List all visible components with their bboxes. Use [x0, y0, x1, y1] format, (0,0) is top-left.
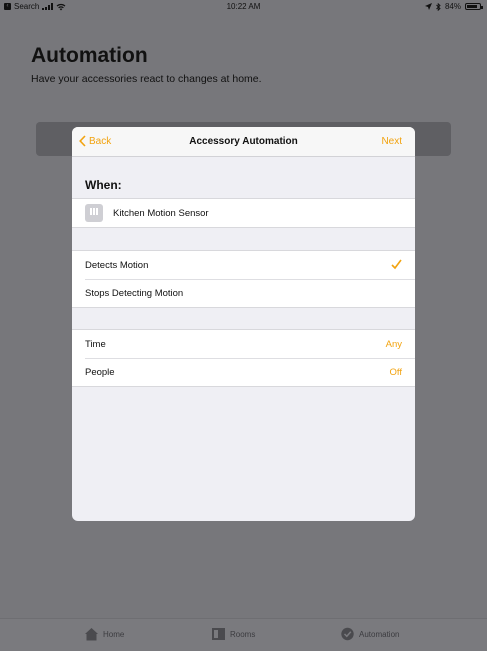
battery-icon: [465, 3, 483, 10]
tab-rooms-label: Rooms: [230, 629, 256, 639]
status-right: 84%: [424, 2, 483, 11]
condition-label: Time: [85, 339, 106, 350]
condition-value: Off: [389, 367, 403, 378]
page-subtitle: Have your accessories react to changes a…: [31, 73, 262, 85]
motion-sensor-icon: [85, 204, 103, 222]
trigger-group: Detects Motion Stops Detecting Motion: [72, 250, 415, 308]
condition-row-time[interactable]: Time Any: [72, 330, 415, 358]
accessory-automation-sheet: Back Accessory Automation Next When: Kit…: [72, 127, 415, 521]
when-section-header: When:: [85, 178, 122, 192]
condition-row-people[interactable]: People Off: [72, 358, 415, 386]
automation-icon: [341, 627, 354, 641]
accessory-name: Kitchen Motion Sensor: [113, 208, 209, 219]
battery-fill: [467, 5, 477, 8]
battery-percent: 84%: [444, 2, 461, 11]
status-time: 10:22 AM: [226, 2, 261, 11]
sheet-nav-bar: Back Accessory Automation Next: [72, 127, 415, 157]
house-icon: [85, 628, 98, 641]
condition-label: People: [85, 367, 115, 378]
page-title: Automation: [31, 44, 148, 67]
tab-automation[interactable]: Automation: [340, 627, 399, 641]
trigger-label: Detects Motion: [85, 260, 149, 271]
tab-rooms[interactable]: Rooms: [211, 627, 255, 641]
rooms-icon: [212, 628, 225, 640]
status-bar: ‹ Search 10:22 AM 84%: [0, 0, 487, 14]
checkmark-icon: [391, 259, 402, 270]
accessory-group: Kitchen Motion Sensor: [72, 198, 415, 228]
trigger-row-stops-detecting[interactable]: Stops Detecting Motion: [72, 279, 415, 307]
bluetooth-icon: [436, 2, 441, 11]
condition-value: Any: [385, 339, 402, 350]
trigger-label: Stops Detecting Motion: [85, 288, 184, 299]
location-icon: [424, 3, 432, 10]
conditions-group: Time Any People Off: [72, 329, 415, 387]
tab-home-label: Home: [103, 629, 125, 639]
tab-automation-label: Automation: [359, 629, 400, 639]
accessory-row[interactable]: Kitchen Motion Sensor: [72, 199, 415, 227]
tab-home[interactable]: Home: [84, 627, 124, 641]
sheet-title: Accessory Automation: [189, 136, 298, 147]
next-button[interactable]: Next: [381, 136, 402, 147]
tab-bar: Home Rooms Automation: [0, 618, 487, 651]
trigger-row-detects-motion[interactable]: Detects Motion: [72, 251, 415, 279]
